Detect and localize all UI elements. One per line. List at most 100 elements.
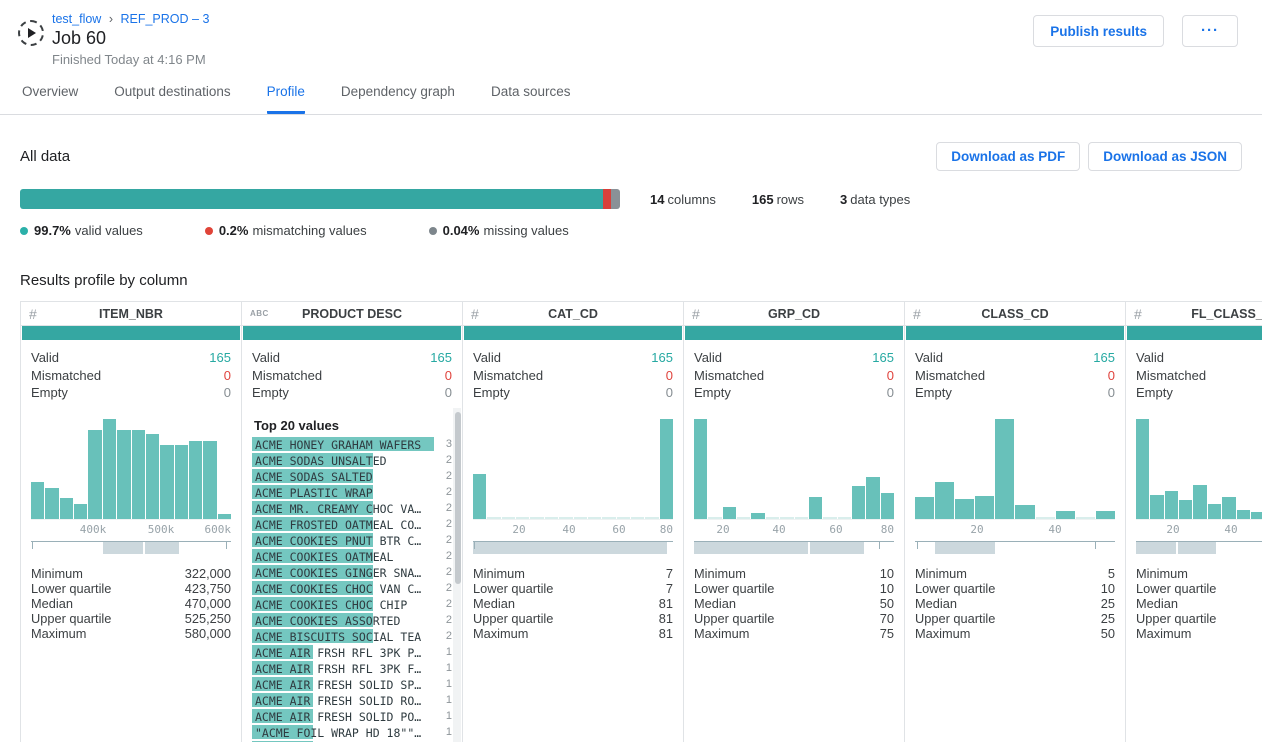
histogram-bar[interactable] xyxy=(74,504,87,519)
top-value-row[interactable]: ACME BISCUITS SOCIAL TEA2 xyxy=(252,628,454,644)
histogram-bar[interactable] xyxy=(132,430,145,519)
histogram-bar[interactable] xyxy=(1237,510,1250,519)
histogram-bar[interactable] xyxy=(530,517,543,519)
histogram-bar[interactable] xyxy=(516,517,529,519)
brush-end-tick[interactable] xyxy=(226,542,227,549)
tab-dependency-graph[interactable]: Dependency graph xyxy=(341,84,455,114)
tab-overview[interactable]: Overview xyxy=(22,84,78,114)
brush-selection[interactable] xyxy=(935,542,995,554)
histogram-bar[interactable] xyxy=(160,445,173,519)
top-value-row[interactable]: ACME HONEY GRAHAM WAFERS3 xyxy=(252,436,454,452)
histogram-bar[interactable] xyxy=(602,517,615,519)
top-value-row[interactable]: ACME AIR FRESH SOLID SP…1 xyxy=(252,676,454,692)
histogram-bar[interactable] xyxy=(559,517,572,519)
top-value-row[interactable]: "ACME FOIL WRAP HD 18""…1 xyxy=(252,724,454,740)
top-value-row[interactable]: ACME COOKIES PNUT BTR C…2 xyxy=(252,532,454,548)
top-value-row[interactable]: ACME AIR FRSH RFL 3PK F…1 xyxy=(252,660,454,676)
histogram-bar[interactable] xyxy=(218,514,231,519)
histogram-bar[interactable] xyxy=(1179,500,1192,519)
tab-output-destinations[interactable]: Output destinations xyxy=(114,84,230,114)
top-value-row[interactable]: ACME COOKIES CHOC VAN C…2 xyxy=(252,580,454,596)
histogram-bar[interactable] xyxy=(708,517,721,519)
data-quality-bar[interactable] xyxy=(20,189,620,209)
histogram-bar[interactable] xyxy=(723,507,736,519)
histogram-bar[interactable] xyxy=(694,419,707,519)
top-value-row[interactable]: ACME PLASTIC WRAP2 xyxy=(252,484,454,500)
top-value-row[interactable]: ACME COOKIES GINGER SNA…2 xyxy=(252,564,454,580)
histogram-bar[interactable] xyxy=(955,499,974,519)
histogram-bar[interactable] xyxy=(203,441,216,519)
histogram-bar[interactable] xyxy=(852,486,865,519)
histogram-chart[interactable] xyxy=(694,420,894,520)
range-brush[interactable] xyxy=(694,541,894,554)
range-brush[interactable] xyxy=(915,541,1115,554)
more-options-button[interactable]: ··· xyxy=(1182,15,1238,47)
top-value-row[interactable]: ACME COOKIES CHOC CHIP2 xyxy=(252,596,454,612)
histogram-bar[interactable] xyxy=(1222,497,1235,519)
histogram-bar[interactable] xyxy=(574,517,587,519)
histogram-bar[interactable] xyxy=(823,517,836,519)
top-value-row[interactable]: ACME MR. CREAMY CHOC VA…2 xyxy=(252,500,454,516)
top-value-row[interactable]: ACME COOKIES OATMEAL2 xyxy=(252,548,454,564)
histogram-bar[interactable] xyxy=(88,430,101,519)
histogram-bar[interactable] xyxy=(795,517,808,519)
download-pdf-button[interactable]: Download as PDF xyxy=(936,142,1080,171)
top-value-row[interactable]: ACME SODAS UNSALTED2 xyxy=(252,452,454,468)
valid-ratio-bar[interactable] xyxy=(243,326,461,340)
histogram-bar[interactable] xyxy=(1015,505,1034,519)
histogram-bar[interactable] xyxy=(631,517,644,519)
histogram-bar[interactable] xyxy=(473,474,486,519)
valid-ratio-bar[interactable] xyxy=(22,326,240,340)
histogram-bar[interactable] xyxy=(146,434,159,519)
brush-end-tick[interactable] xyxy=(1095,542,1096,549)
brush-selection[interactable] xyxy=(694,542,864,554)
breadcrumb-flow-link[interactable]: test_flow xyxy=(52,12,101,26)
histogram-bar[interactable] xyxy=(60,498,73,519)
histogram-chart[interactable] xyxy=(915,420,1115,520)
histogram-bar[interactable] xyxy=(545,517,558,519)
top-value-row[interactable]: ACME AIR FRSH RFL 3PK P…1 xyxy=(252,644,454,660)
top-value-row[interactable]: ACME AIR FRESH SOLID RO…1 xyxy=(252,692,454,708)
brush-end-tick[interactable] xyxy=(32,542,33,549)
histogram-bar[interactable] xyxy=(1165,491,1178,519)
histogram-bar[interactable] xyxy=(103,419,116,519)
range-brush[interactable] xyxy=(1136,541,1262,554)
top-value-row[interactable]: ACME FROSTED OATMEAL CO…2 xyxy=(252,516,454,532)
histogram-bar[interactable] xyxy=(866,477,879,519)
histogram-bar[interactable] xyxy=(1150,495,1163,519)
histogram-bar[interactable] xyxy=(617,517,630,519)
histogram-bar[interactable] xyxy=(975,496,994,519)
brush-end-tick[interactable] xyxy=(917,542,918,549)
histogram-bar[interactable] xyxy=(780,517,793,519)
histogram-bar[interactable] xyxy=(1136,419,1149,519)
histogram-bar[interactable] xyxy=(1056,511,1075,519)
histogram-bar[interactable] xyxy=(1208,504,1221,519)
histogram-bar[interactable] xyxy=(189,441,202,519)
histogram-chart[interactable] xyxy=(473,420,673,520)
histogram-bar[interactable] xyxy=(915,497,934,519)
top-value-row[interactable]: ACME COOKIES ASSORTED2 xyxy=(252,612,454,628)
brush-end-tick[interactable] xyxy=(879,542,880,549)
histogram-bar[interactable] xyxy=(502,517,515,519)
histogram-bar[interactable] xyxy=(1251,512,1262,519)
histogram-bar[interactable] xyxy=(737,517,750,519)
histogram-bar[interactable] xyxy=(1096,511,1115,519)
histogram-bar[interactable] xyxy=(117,430,130,519)
brush-selection[interactable] xyxy=(473,542,667,554)
histogram-bar[interactable] xyxy=(751,513,764,519)
histogram-bar[interactable] xyxy=(838,517,851,519)
breadcrumb-node-link[interactable]: REF_PROD – 3 xyxy=(120,12,209,26)
download-json-button[interactable]: Download as JSON xyxy=(1088,142,1242,171)
histogram-chart[interactable] xyxy=(1136,420,1262,520)
histogram-bar[interactable] xyxy=(660,419,673,519)
histogram-bar[interactable] xyxy=(31,482,44,519)
histogram-chart[interactable] xyxy=(31,420,231,520)
valid-ratio-bar[interactable] xyxy=(685,326,903,340)
range-brush[interactable] xyxy=(473,541,673,554)
histogram-bar[interactable] xyxy=(645,517,658,519)
scrollbar-thumb[interactable] xyxy=(455,412,461,584)
histogram-bar[interactable] xyxy=(881,493,894,519)
top-value-row[interactable]: ACME SODAS SALTED2 xyxy=(252,468,454,484)
histogram-bar[interactable] xyxy=(766,517,779,519)
histogram-bar[interactable] xyxy=(1036,517,1055,519)
